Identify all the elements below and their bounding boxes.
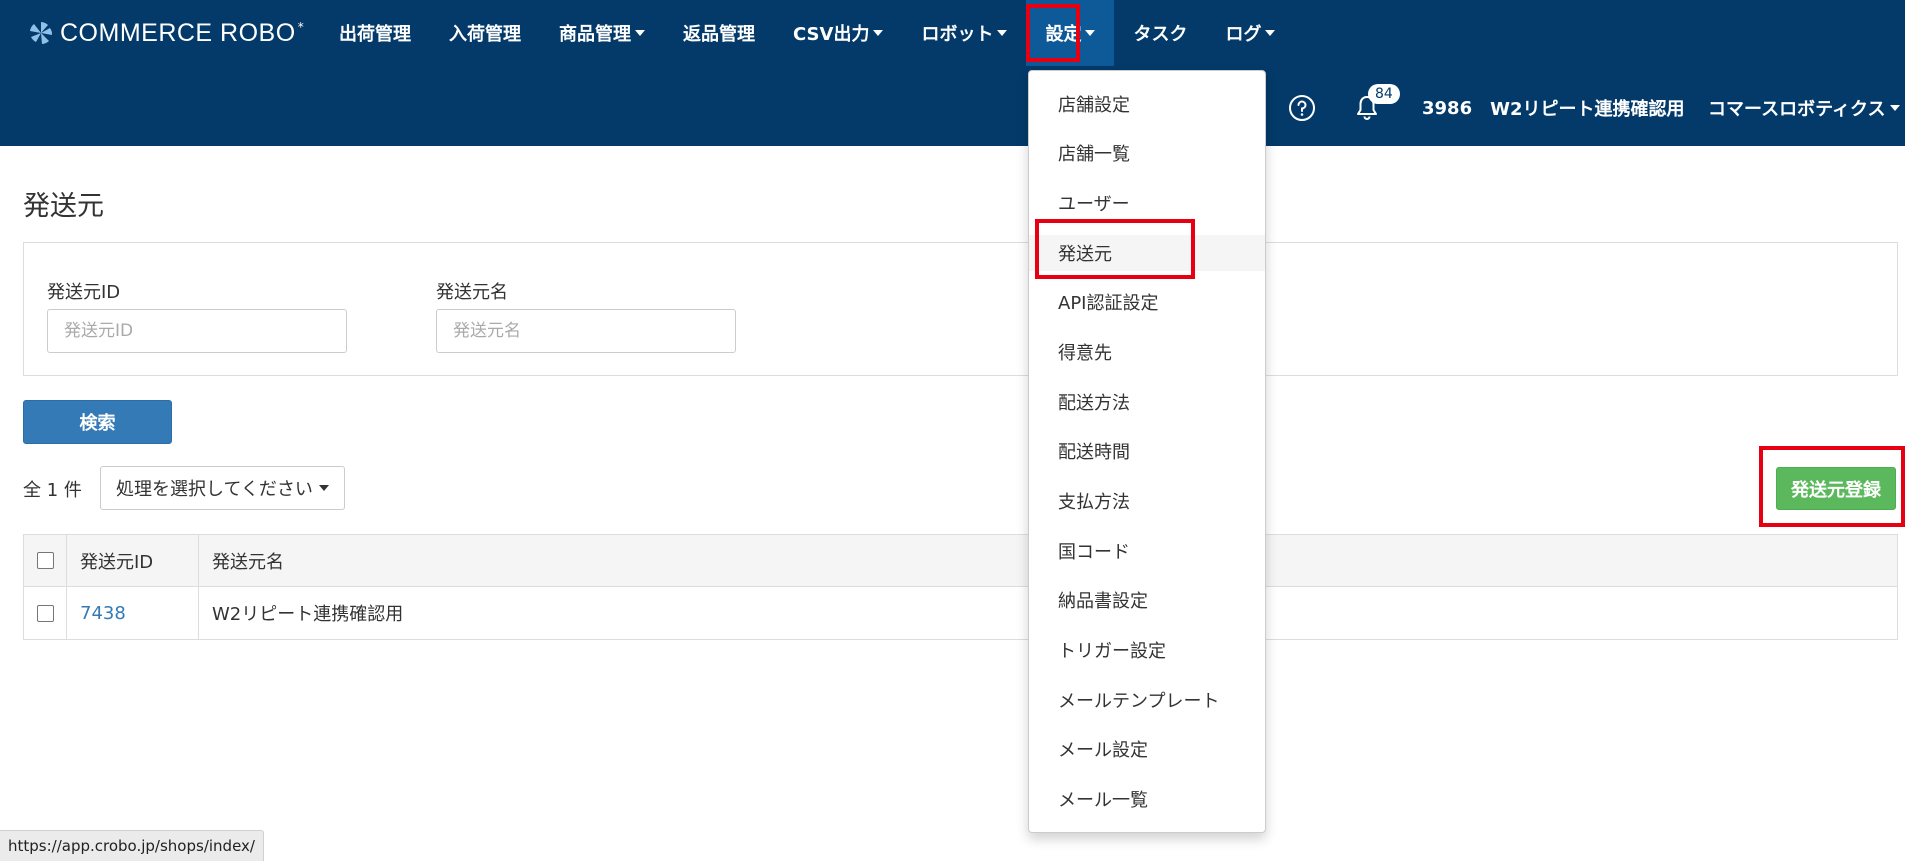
nav-receiving[interactable]: 入荷管理: [430, 0, 540, 66]
settings-dropdown-menu: 店舗設定 店舗一覧 ユーザー 発送元 API認証設定 得意先 配送方法 配送時間…: [1028, 70, 1266, 833]
select-all-checkbox[interactable]: [36, 552, 54, 569]
bulk-action-select[interactable]: 処理を選択してください: [100, 466, 345, 510]
menu-item-customers[interactable]: 得意先: [1029, 334, 1265, 370]
question-circle-icon: [1289, 95, 1315, 121]
caret-down-icon: [997, 30, 1008, 36]
nav-settings[interactable]: 設定: [1026, 0, 1115, 66]
row-select-cell: [24, 587, 67, 639]
result-count: 全 1 件: [23, 480, 82, 501]
sender-id-input[interactable]: [47, 309, 347, 353]
store-name: W2リピート連携確認用: [1490, 99, 1685, 120]
menu-item-country-codes[interactable]: 国コード: [1029, 533, 1265, 569]
register-sender-button[interactable]: 発送元登録: [1776, 467, 1896, 510]
nav-logs[interactable]: ログ: [1206, 0, 1294, 66]
table-header-row: 発送元ID 発送元名: [24, 535, 1897, 587]
sender-id-link[interactable]: 7438: [80, 603, 126, 624]
column-header-id[interactable]: 発送元ID: [67, 535, 199, 586]
menu-item-invoice-settings[interactable]: 納品書設定: [1029, 582, 1265, 618]
sender-name-label: 発送元名: [436, 282, 508, 303]
menu-item-api-auth[interactable]: API認証設定: [1029, 284, 1265, 320]
notification-count-badge: 84: [1368, 84, 1400, 104]
current-store: 3986 W2リピート連携確認用: [1422, 86, 1685, 130]
caret-down-icon: [1265, 30, 1276, 36]
search-button[interactable]: 検索: [23, 400, 172, 444]
menu-item-delivery-methods[interactable]: 配送方法: [1029, 384, 1265, 420]
logo-pinwheel-icon: [30, 22, 53, 44]
sender-id-label: 発送元ID: [47, 282, 121, 303]
menu-item-payment-methods[interactable]: 支払方法: [1029, 483, 1265, 519]
company-menu[interactable]: コマースロボティクス: [1708, 86, 1901, 130]
brand-mark: *: [297, 20, 304, 34]
caret-down-icon: [318, 485, 329, 491]
menu-item-trigger-settings[interactable]: トリガー設定: [1029, 632, 1265, 668]
brand-logo[interactable]: COMMERCE ROBO *: [28, 16, 304, 50]
nav-shipping[interactable]: 出荷管理: [320, 0, 430, 66]
store-id: 3986: [1422, 97, 1473, 119]
caret-down-icon: [873, 30, 884, 36]
nav-csv-export[interactable]: CSV出力: [774, 0, 902, 66]
nav-tasks[interactable]: タスク: [1114, 0, 1206, 66]
caret-down-icon: [635, 30, 645, 36]
menu-item-mail-settings[interactable]: メール設定: [1029, 731, 1265, 767]
browser-status-url: https://app.crobo.jp/shops/index/: [0, 830, 264, 861]
menu-item-store-list[interactable]: 店舗一覧: [1029, 135, 1265, 171]
table-row: 7438 W2リピート連携確認用: [24, 587, 1897, 639]
row-checkbox[interactable]: [36, 604, 54, 622]
brand-name: COMMERCE ROBO: [60, 18, 296, 47]
main-nav: 出荷管理 入荷管理 商品管理 返品管理 CSV出力 ロボット 設定 タスク ログ: [320, 0, 1294, 66]
nav-products[interactable]: 商品管理: [540, 0, 664, 66]
nav-robot[interactable]: ロボット: [902, 0, 1026, 66]
page-title: 発送元: [23, 191, 104, 222]
help-button[interactable]: [1288, 86, 1316, 130]
sender-name-input[interactable]: [436, 309, 736, 353]
nav-returns[interactable]: 返品管理: [664, 0, 774, 66]
caret-down-icon: [1890, 105, 1901, 111]
search-panel: 発送元ID 発送元名: [23, 242, 1898, 376]
menu-item-store-settings[interactable]: 店舗設定: [1029, 86, 1265, 122]
menu-item-senders[interactable]: 発送元: [1029, 235, 1265, 271]
row-id-cell: 7438: [67, 587, 199, 639]
menu-item-mail-list[interactable]: メール一覧: [1029, 781, 1265, 817]
bulk-action-label: 処理を選択してください: [116, 479, 313, 500]
top-navbar: COMMERCE ROBO * 出荷管理 入荷管理 商品管理 返品管理 CSV出力…: [0, 0, 1905, 146]
menu-item-mail-templates[interactable]: メールテンプレート: [1029, 682, 1265, 718]
menu-item-delivery-times[interactable]: 配送時間: [1029, 433, 1265, 469]
select-all-cell: [24, 535, 67, 586]
caret-down-icon: [1085, 30, 1096, 36]
company-name: コマースロボティクス: [1708, 99, 1886, 120]
menu-item-users[interactable]: ユーザー: [1029, 185, 1265, 221]
sender-table: 発送元ID 発送元名 7438 W2リピート連携確認用: [23, 534, 1898, 640]
